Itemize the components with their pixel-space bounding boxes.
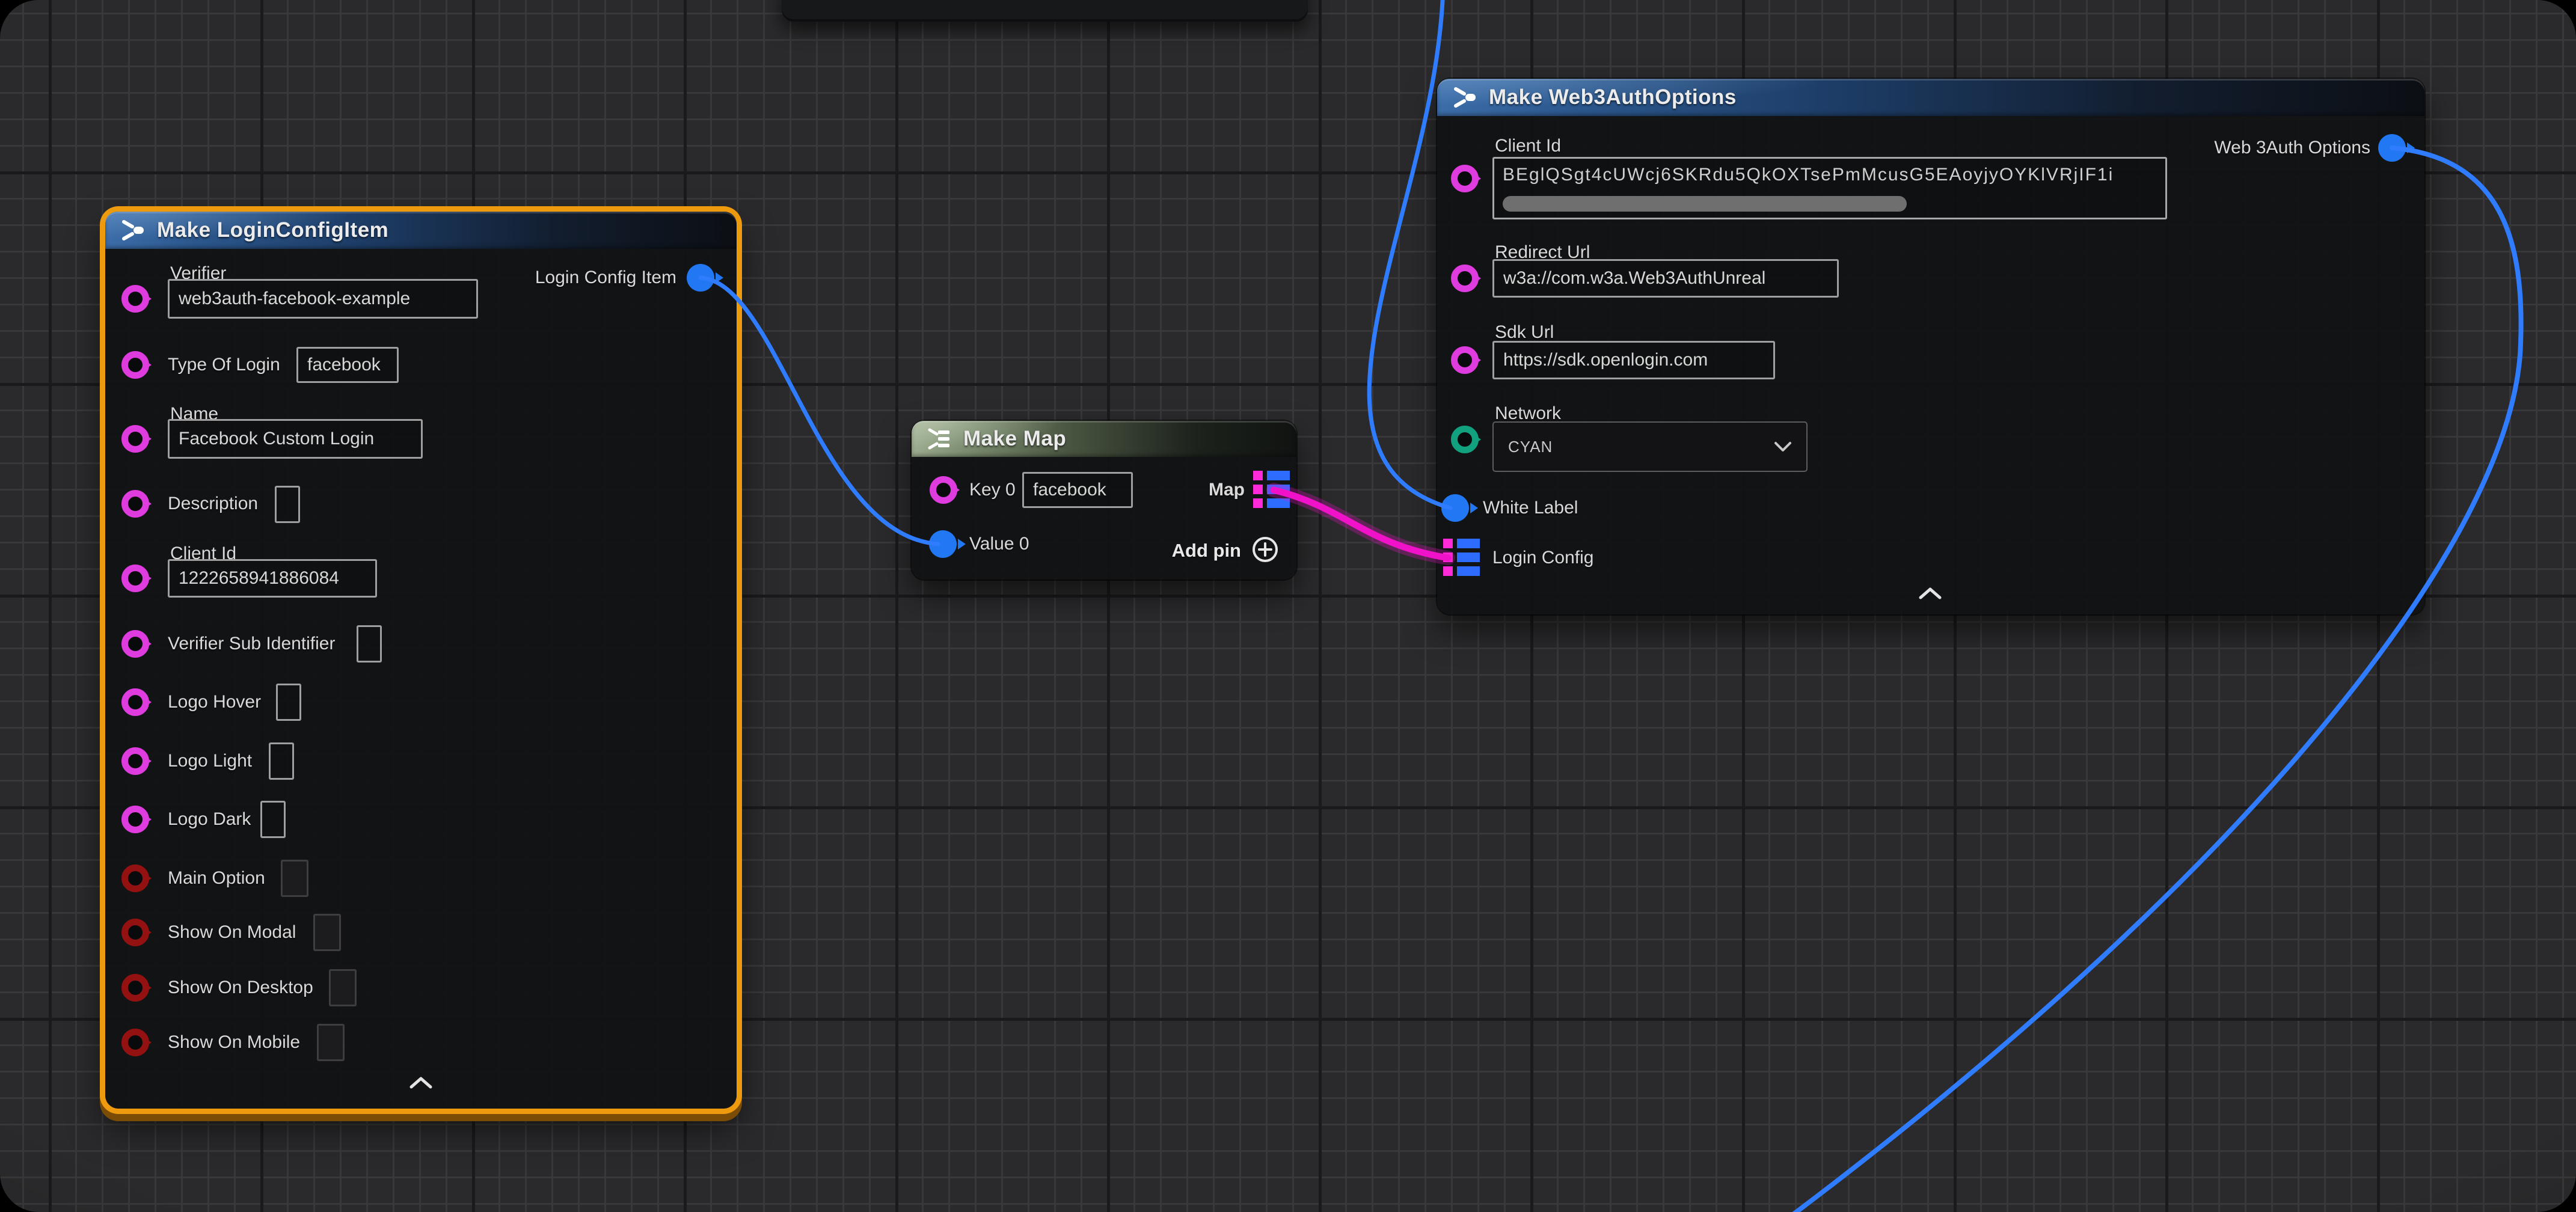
input-pin-value0[interactable] xyxy=(929,530,957,558)
horizontal-scrollbar[interactable] xyxy=(1503,196,1907,212)
chevron-up-icon xyxy=(409,1076,433,1089)
input-pin-logo-light[interactable] xyxy=(121,747,149,775)
pin-label-show-on-mobile: Show On Mobile xyxy=(168,1032,300,1053)
blueprint-editor: Make LoginConfigItem Login Config Item V… xyxy=(0,0,2576,1212)
wire-map-to-login-config-glow xyxy=(1274,490,1448,558)
redirect-url-input[interactable]: w3a://com.w3a.Web3AuthUnreal xyxy=(1492,259,1839,298)
add-pin-button[interactable] xyxy=(1251,535,1280,566)
pin-label-value0: Value 0 xyxy=(969,534,1029,554)
pin-label-main-option: Main Option xyxy=(168,868,265,889)
pin-label-logo-dark: Logo Dark xyxy=(168,809,251,830)
pin-label-web3auth-options: Web 3Auth Options xyxy=(2214,138,2370,158)
blueprint-canvas[interactable]: Make LoginConfigItem Login Config Item V… xyxy=(0,0,2576,1212)
output-pin-map[interactable] xyxy=(1253,471,1290,508)
main-option-checkbox[interactable] xyxy=(281,860,308,897)
input-pin-login-config[interactable] xyxy=(1443,539,1480,576)
input-pin-logo-hover[interactable] xyxy=(121,688,149,716)
sdk-url-input[interactable]: https://sdk.openlogin.com xyxy=(1492,341,1775,379)
add-pin-button-label[interactable]: Add pin xyxy=(1172,540,1241,562)
input-pin-verifier[interactable] xyxy=(121,285,149,313)
name-input[interactable]: Facebook Custom Login xyxy=(168,419,423,459)
pin-label-key0: Key 0 xyxy=(969,480,1016,500)
make-struct-icon xyxy=(1450,84,1478,111)
pin-label-login-config-item: Login Config Item xyxy=(535,268,676,288)
make-struct-icon xyxy=(118,216,146,244)
output-pin-login-config-item[interactable] xyxy=(687,264,714,292)
pin-label-type-of-login: Type Of Login xyxy=(168,355,280,375)
description-input[interactable] xyxy=(275,486,300,523)
pin-label-show-on-desktop: Show On Desktop xyxy=(168,978,313,998)
input-pin-client-id[interactable] xyxy=(1451,165,1479,192)
show-on-modal-checkbox[interactable] xyxy=(313,914,341,951)
input-pin-verifier-sub-identifier[interactable] xyxy=(121,630,149,658)
pin-label-description: Description xyxy=(168,494,258,514)
show-on-desktop-checkbox[interactable] xyxy=(329,969,357,1006)
offscreen-node-bottom[interactable] xyxy=(782,0,1308,22)
pin-label-logo-light: Logo Light xyxy=(168,751,252,771)
input-pin-key0[interactable] xyxy=(930,476,957,504)
show-on-mobile-checkbox[interactable] xyxy=(317,1024,345,1061)
input-pin-logo-dark[interactable] xyxy=(121,806,149,833)
logo-light-input[interactable] xyxy=(269,742,294,780)
network-dropdown[interactable]: CYAN xyxy=(1492,421,1808,472)
pin-label-verifier-sub-identifier: Verifier Sub Identifier xyxy=(168,634,335,654)
node-header[interactable]: Make Map xyxy=(912,421,1296,457)
input-pin-network[interactable] xyxy=(1451,426,1479,453)
pin-label-login-config: Login Config xyxy=(1492,548,1593,568)
logo-hover-input[interactable] xyxy=(276,684,301,721)
output-pin-web3auth-options[interactable] xyxy=(2378,134,2406,162)
verifier-sub-identifier-input[interactable] xyxy=(357,625,382,663)
pin-label-logo-hover: Logo Hover xyxy=(168,692,261,712)
node-title: Make LoginConfigItem xyxy=(157,218,388,242)
client-id-input[interactable]: 1222658941886084 xyxy=(168,559,377,598)
pin-label-client-id: Client Id xyxy=(1495,136,1561,156)
network-selected-value: CYAN xyxy=(1508,438,1553,456)
circle-plus-icon xyxy=(1251,535,1280,564)
node-make-loginconfigitem[interactable]: Make LoginConfigItem Login Config Item V… xyxy=(105,212,737,1109)
input-pin-main-option[interactable] xyxy=(121,865,149,892)
make-map-icon xyxy=(925,425,952,453)
pin-label-show-on-modal: Show On Modal xyxy=(168,922,296,943)
input-pin-description[interactable] xyxy=(121,490,149,518)
node-make-map[interactable]: Make Map Key 0 facebook Map Value 0 Add … xyxy=(912,421,1296,580)
wire-map-to-login-config xyxy=(1274,490,1448,558)
pin-label-white-label: White Label xyxy=(1483,498,1578,518)
pin-label-network: Network xyxy=(1495,403,1561,424)
node-make-web3authoptions[interactable]: Make Web3AuthOptions Web 3Auth Options C… xyxy=(1437,79,2424,614)
input-pin-show-on-modal[interactable] xyxy=(121,919,149,946)
chevron-up-icon xyxy=(1918,587,1942,600)
verifier-input[interactable]: web3auth-facebook-example xyxy=(168,279,478,319)
input-pin-redirect-url[interactable] xyxy=(1451,265,1479,292)
node-title: Make Map xyxy=(963,427,1066,451)
input-pin-client-id[interactable] xyxy=(121,565,149,592)
collapse-node-button[interactable] xyxy=(1918,587,1942,602)
collapse-node-button[interactable] xyxy=(409,1076,433,1091)
logo-dark-input[interactable] xyxy=(260,801,286,838)
input-pin-show-on-mobile[interactable] xyxy=(121,1029,149,1056)
pin-label-sdk-url: Sdk Url xyxy=(1495,322,1554,343)
chevron-down-icon xyxy=(1774,441,1792,452)
input-pin-type-of-login[interactable] xyxy=(121,351,149,379)
input-pin-sdk-url[interactable] xyxy=(1451,346,1479,374)
input-pin-show-on-desktop[interactable] xyxy=(121,974,149,1002)
client-id-input[interactable]: BEglQSgt4cUWcj6SKRdu5QkOXTsePmMcusG5EAoy… xyxy=(1492,157,2167,219)
input-pin-name[interactable] xyxy=(121,425,149,453)
input-pin-white-label[interactable] xyxy=(1441,494,1469,522)
client-id-text[interactable]: BEglQSgt4cUWcj6SKRdu5QkOXTsePmMcusG5EAoy… xyxy=(1503,165,2159,185)
node-header[interactable]: Make LoginConfigItem xyxy=(105,212,737,249)
node-title: Make Web3AuthOptions xyxy=(1489,85,1737,109)
pin-label-map: Map xyxy=(1209,480,1245,500)
key0-input[interactable]: facebook xyxy=(1022,472,1133,508)
node-header[interactable]: Make Web3AuthOptions xyxy=(1437,79,2424,116)
type-of-login-input[interactable]: facebook xyxy=(296,347,399,383)
